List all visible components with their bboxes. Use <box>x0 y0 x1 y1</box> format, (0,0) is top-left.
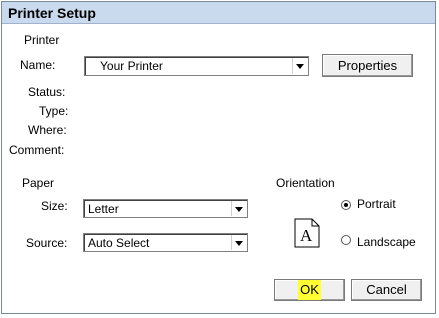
title-bar[interactable]: Printer Setup <box>2 2 435 24</box>
paper-group-label: Paper <box>22 176 55 190</box>
name-label: Name: <box>20 58 56 72</box>
orientation-group-label: Orientation <box>276 176 335 190</box>
portrait-page-icon: A <box>294 218 320 248</box>
landscape-radio[interactable] <box>341 235 351 245</box>
properties-button[interactable]: Properties <box>322 54 413 77</box>
printer-setup-dialog: Printer Setup Printer Name: Your Printer… <box>1 1 436 314</box>
printer-name-select[interactable]: Your Printer <box>84 56 309 76</box>
source-label: Source: <box>26 236 68 250</box>
paper-source-select[interactable]: Auto Select <box>83 233 248 252</box>
cancel-button[interactable]: Cancel <box>351 279 422 301</box>
where-label: Where: <box>28 123 67 137</box>
chevron-down-icon[interactable] <box>231 235 246 250</box>
paper-size-select[interactable]: Letter <box>83 199 248 218</box>
type-label: Type: <box>39 104 69 118</box>
printer-name-value: Your Printer <box>100 59 163 73</box>
portrait-label[interactable]: Portrait <box>357 197 396 211</box>
portrait-radio[interactable] <box>341 200 351 210</box>
page-icon-letter: A <box>300 226 313 245</box>
cancel-button-label: Cancel <box>366 282 407 297</box>
ok-button[interactable]: OK <box>274 279 345 301</box>
status-label: Status: <box>28 85 66 99</box>
paper-size-value: Letter <box>88 202 119 216</box>
comment-label: Comment: <box>9 143 65 157</box>
ok-button-label: OK <box>298 280 321 300</box>
dialog-title: Printer Setup <box>8 5 96 21</box>
paper-source-value: Auto Select <box>88 236 150 250</box>
properties-button-label: Properties <box>337 58 398 73</box>
landscape-label[interactable]: Landscape <box>357 235 416 249</box>
chevron-down-icon[interactable] <box>231 201 246 216</box>
chevron-down-icon[interactable] <box>292 58 307 74</box>
printer-group-label: Printer <box>24 33 60 47</box>
size-label: Size: <box>41 199 68 213</box>
